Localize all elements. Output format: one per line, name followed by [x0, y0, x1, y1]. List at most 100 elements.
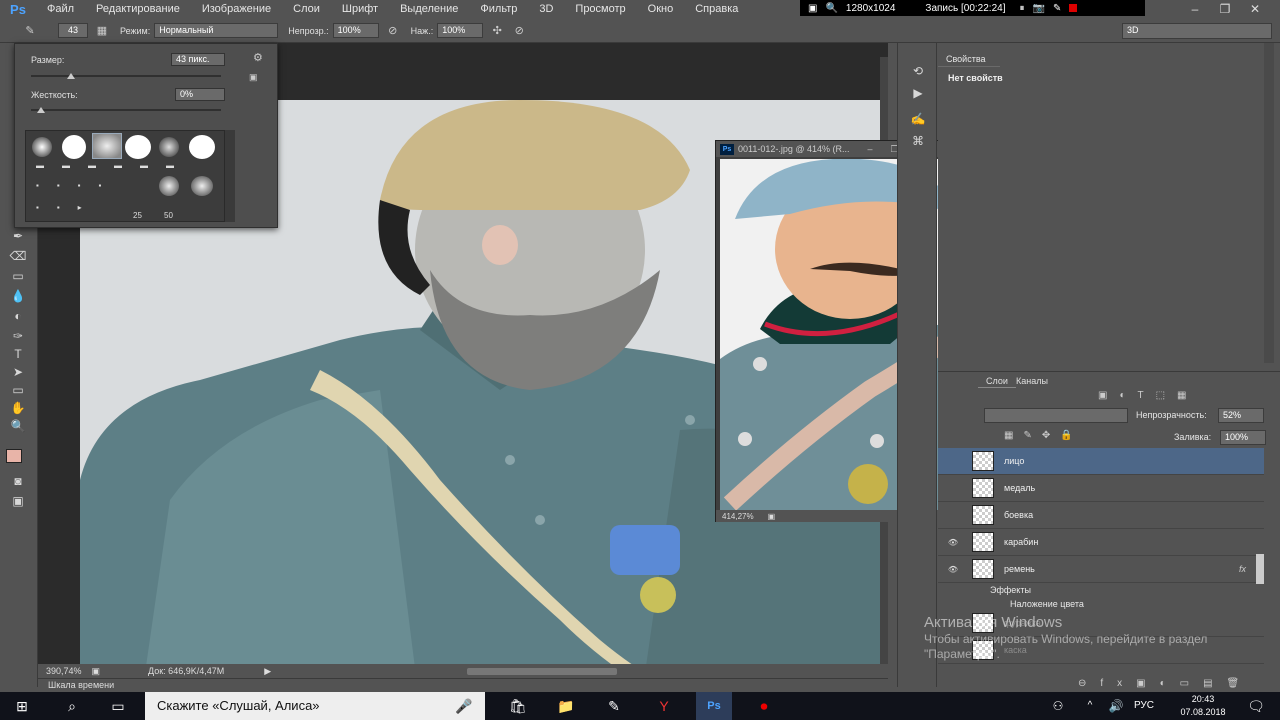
brush-tip[interactable] — [125, 135, 151, 159]
quick-mask-icon[interactable]: ◙ — [8, 473, 28, 489]
menu-view[interactable]: Просмотр — [564, 0, 636, 19]
pencil-icon[interactable]: ✎ — [1053, 3, 1061, 14]
layer-effects-label[interactable]: Эффекты — [990, 585, 1031, 595]
menu-type[interactable]: Шрифт — [331, 0, 389, 19]
dodge-tool-icon[interactable]: ◐ — [8, 308, 28, 324]
minimize-doc-icon[interactable]: – — [868, 144, 873, 154]
menu-filter[interactable]: Фильтр — [469, 0, 528, 19]
pen-tool-icon[interactable]: ✒ — [8, 228, 28, 244]
pressure-opacity-icon[interactable]: ⊘ — [385, 23, 401, 39]
timeline-bar[interactable]: Шкала времени — [38, 678, 888, 692]
path-select-tool-icon[interactable]: ➤ — [8, 364, 28, 380]
opacity-input[interactable]: 100% — [332, 23, 379, 38]
yandex-browser-icon[interactable]: Y — [646, 692, 682, 720]
tab-properties[interactable]: Свойства — [938, 51, 1000, 67]
layer-effect-item[interactable]: Наложение цвета — [1010, 599, 1084, 609]
layer-row[interactable]: лицо — [938, 448, 1264, 475]
workspace-select[interactable]: 3D — [1122, 23, 1272, 39]
language-indicator[interactable]: РУС — [1126, 692, 1162, 720]
status-menu-icon[interactable]: ▣ — [92, 666, 101, 677]
store-icon[interactable]: 🛍 — [500, 692, 536, 720]
clone-source-icon[interactable]: ⌘ — [908, 133, 928, 149]
eraser-tool-icon[interactable]: ⌫ — [8, 248, 28, 264]
pressure-size-icon[interactable]: ⊘ — [511, 23, 527, 39]
lock-icons[interactable]: ▦✎✥🔒 — [1004, 430, 1083, 441]
reference-zoom-level[interactable]: 414,27% — [722, 512, 754, 521]
rectangle-tool-icon[interactable]: ▭ — [8, 382, 28, 398]
brush-grid-scrollbar[interactable] — [225, 130, 235, 222]
blur-tool-icon[interactable]: 💧 — [8, 288, 28, 304]
zoom-tool-icon[interactable]: 🔍 — [8, 418, 28, 434]
brush-tool-icon[interactable]: ✎ — [22, 23, 38, 39]
windows-start-icon[interactable]: ⊞ — [4, 692, 40, 720]
brush-tip-row[interactable]: ▪▪▪▪ — [36, 181, 119, 190]
actions-play-icon[interactable]: ▶ — [908, 85, 928, 101]
brush-hardness-input[interactable]: 0% — [175, 88, 225, 101]
microphone-icon[interactable]: 🎤 — [446, 692, 482, 720]
hand-tool-icon[interactable]: ✋ — [8, 400, 28, 416]
minimize-button[interactable]: – — [1180, 0, 1210, 19]
new-preset-icon[interactable]: ▣ — [249, 72, 258, 83]
gear-icon[interactable]: ⚙ — [253, 51, 263, 64]
brush-panel-icon[interactable]: ▦ — [94, 23, 110, 39]
layers-scrollbar-thumb[interactable] — [1256, 554, 1264, 584]
layer-opacity-input[interactable]: 52% — [1218, 408, 1264, 423]
layer-footer-icons[interactable]: ⊖fx▣◐▭▤🗑 — [1078, 678, 1253, 689]
status-menu-icon[interactable]: ▣ — [768, 512, 776, 521]
pen-path-tool-icon[interactable]: ✑ — [8, 328, 28, 344]
brush-panel-icon[interactable]: ✍ — [908, 111, 928, 127]
brush-tip-grid[interactable]: ▬▬▬▬▬▬ ▪▪▪▪ ▪▪▸ 25 50 — [25, 130, 225, 222]
brush-tip[interactable] — [62, 135, 86, 159]
brush-tip-selected[interactable] — [92, 133, 122, 159]
recorder-taskbar-icon[interactable]: ⏺ — [746, 692, 782, 720]
file-explorer-icon[interactable]: 📁 — [548, 692, 584, 720]
brush-size-input[interactable]: 43 пикс. — [171, 53, 225, 66]
people-icon[interactable]: ⚇ — [1040, 692, 1076, 720]
notifications-icon[interactable]: 🗨 — [1238, 692, 1274, 720]
editor-app-icon[interactable]: ✎ — [596, 692, 632, 720]
foreground-color-swatch[interactable] — [6, 449, 22, 463]
gradient-tool-icon[interactable]: ▭ — [8, 268, 28, 284]
properties-scrollbar[interactable] — [1264, 43, 1274, 363]
menu-image[interactable]: Изображение — [191, 0, 282, 19]
layer-fx-badge[interactable]: fx — [1239, 564, 1246, 574]
camera-icon[interactable]: 📷 — [1032, 3, 1044, 14]
visibility-eye-icon[interactable]: 👁 — [938, 538, 968, 547]
taskbar-clock[interactable]: 20:43 07.08.2018 — [1168, 693, 1238, 719]
task-view-icon[interactable]: ▭ — [100, 692, 136, 720]
screen-mode-icon[interactable]: ▣ — [8, 493, 28, 509]
menu-help[interactable]: Справка — [684, 0, 749, 19]
type-tool-icon[interactable]: T — [8, 346, 28, 362]
brush-size-slider[interactable] — [31, 75, 221, 77]
brush-size-slider-thumb[interactable] — [66, 73, 75, 79]
tab-channels[interactable]: Каналы — [1008, 374, 1056, 388]
close-button[interactable]: ✕ — [1240, 0, 1270, 19]
brush-tip[interactable] — [159, 176, 179, 196]
menu-3d[interactable]: 3D — [528, 0, 564, 19]
blend-mode-select[interactable] — [984, 408, 1128, 423]
brush-size-picker[interactable]: 43 — [58, 23, 88, 38]
brush-hardness-slider-thumb[interactable] — [37, 107, 45, 113]
brush-tip[interactable] — [191, 176, 213, 196]
brush-tip-row[interactable]: ▪▪▸ — [36, 203, 100, 212]
history-icon[interactable]: ⟲ — [908, 63, 928, 79]
layer-row[interactable]: 👁 карабин — [938, 529, 1264, 556]
layer-filter-icons[interactable]: ▣◐T⬚▦ — [1098, 390, 1248, 404]
restore-button[interactable]: ❐ — [1210, 0, 1240, 19]
alice-search-box[interactable]: Скажите «Слушай, Алиса» — [145, 692, 485, 720]
layer-row[interactable]: 👁 ремень fx — [938, 556, 1264, 583]
menu-edit[interactable]: Редактирование — [85, 0, 191, 19]
flow-input[interactable]: 100% — [437, 23, 484, 38]
brush-tip-row[interactable]: ▬▬▬▬▬▬ — [36, 161, 192, 170]
stop-record-icon[interactable] — [1069, 4, 1078, 12]
menu-select[interactable]: Выделение — [389, 0, 469, 19]
zoom-level[interactable]: 390,74% — [46, 666, 82, 676]
menu-window[interactable]: Окно — [637, 0, 685, 19]
visibility-eye-icon[interactable]: 👁 — [938, 565, 968, 574]
brush-tip[interactable] — [32, 137, 52, 157]
brush-tip[interactable] — [159, 137, 179, 157]
search-icon[interactable]: ⌕ — [54, 692, 90, 720]
menu-file[interactable]: Файл — [36, 0, 85, 19]
search-icon[interactable]: 🔍 — [825, 3, 837, 14]
brush-hardness-slider[interactable] — [31, 109, 221, 111]
